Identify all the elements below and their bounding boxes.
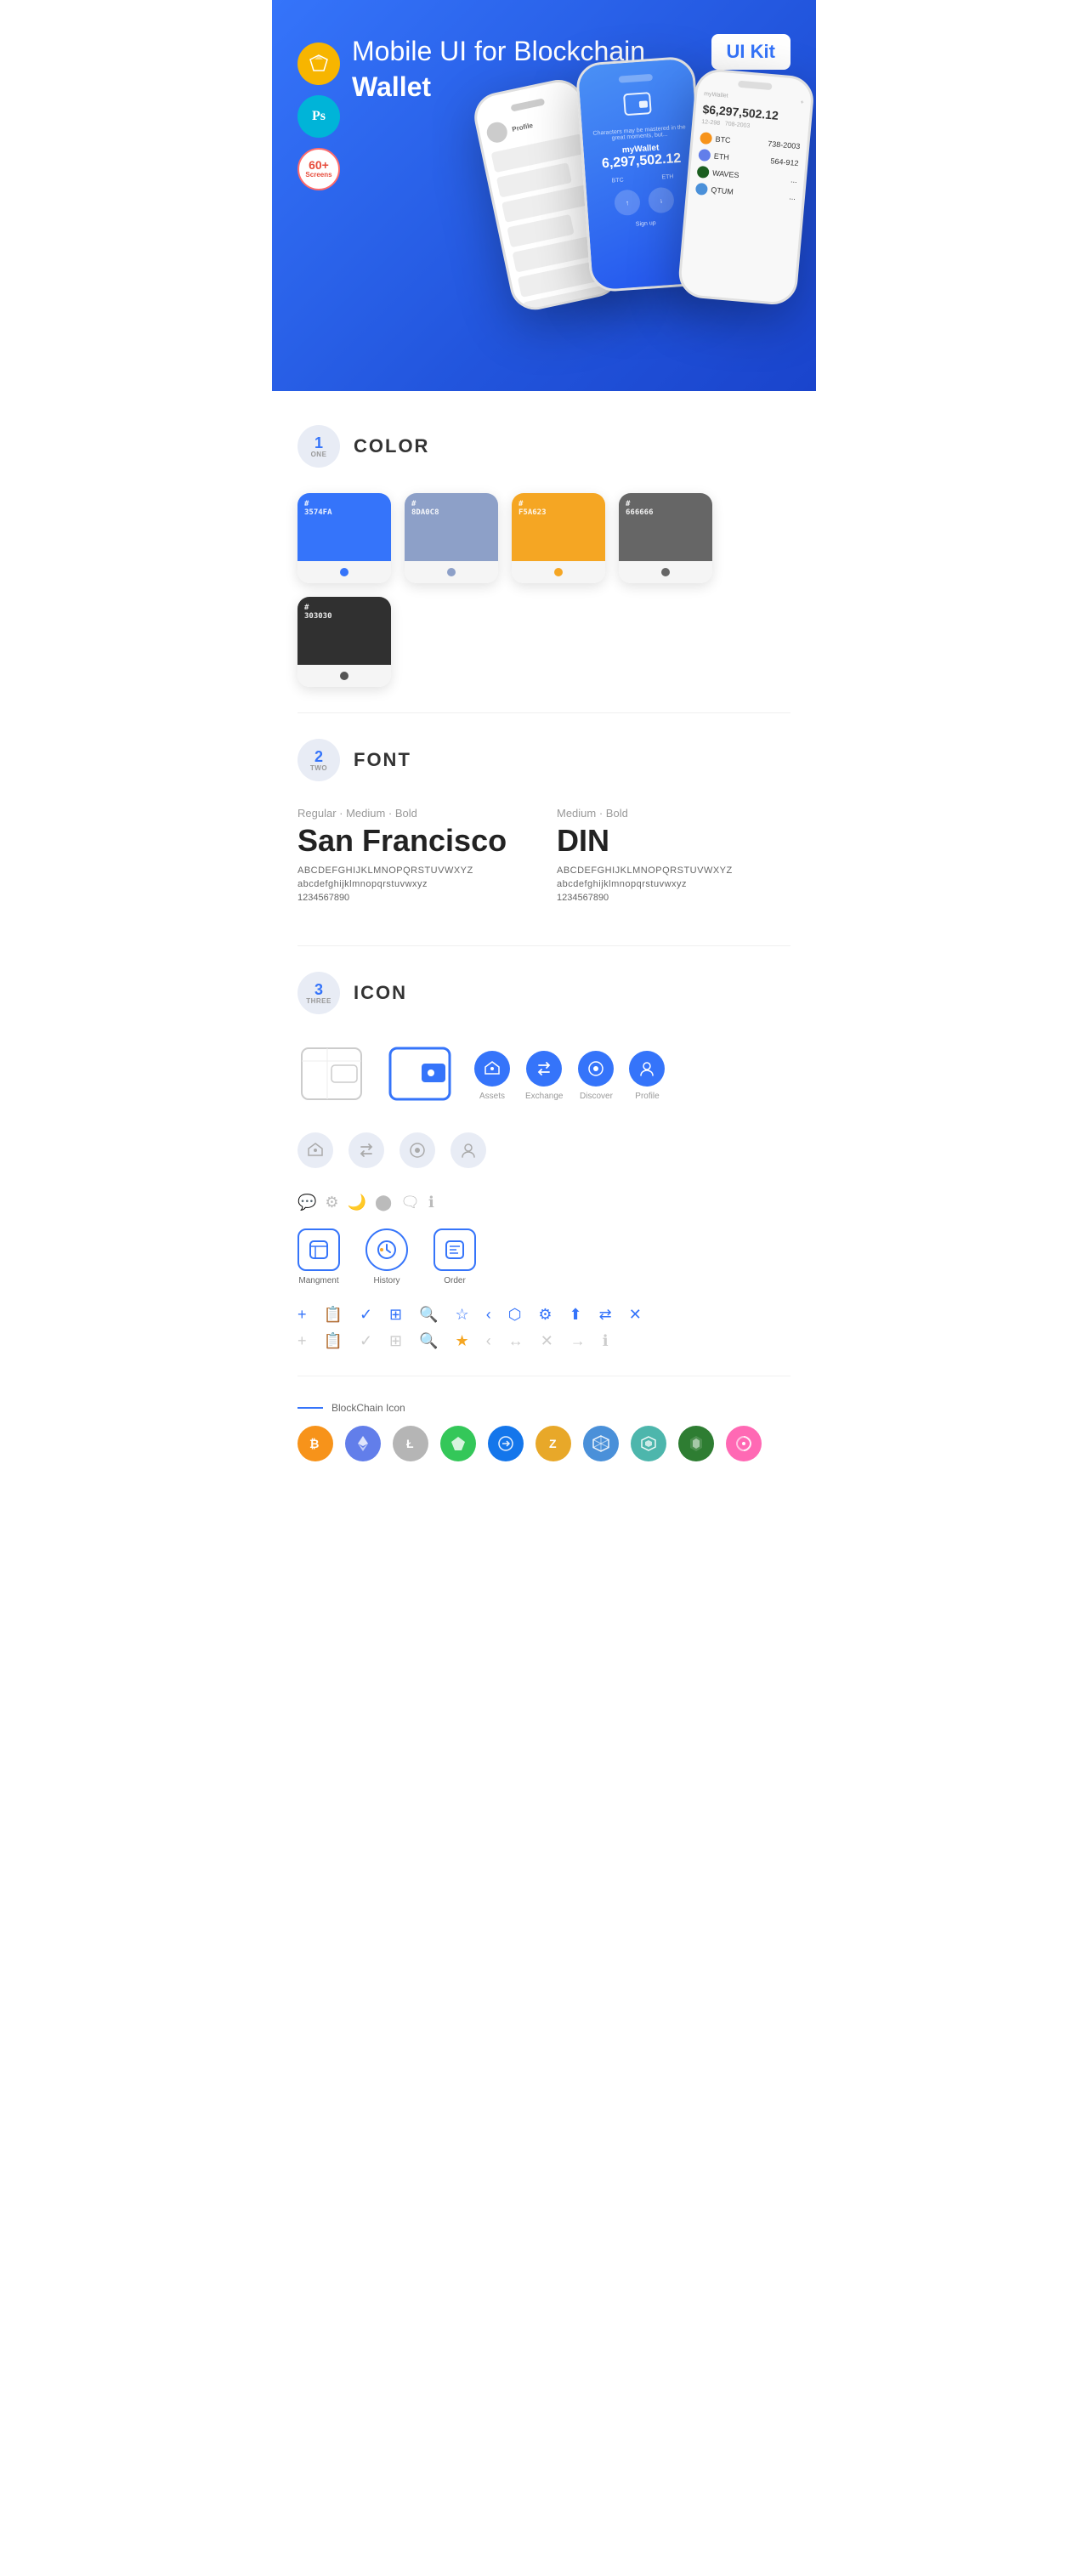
sketch-icon [298, 43, 340, 85]
discover-icon [578, 1051, 614, 1087]
swatch-grayblue: #8DA0C8 [405, 493, 498, 583]
swatch-gray: #666666 [619, 493, 712, 583]
order-icon [434, 1228, 476, 1271]
utility-icons-gray-row: + 📋 ✓ ⊞ 🔍 ★ ‹ ↔ ✕ → ℹ [298, 1332, 790, 1350]
photoshop-icon: Ps [298, 95, 340, 138]
font-section-header: 2 TWO FONT [298, 739, 790, 781]
svg-text:₿: ₿ [309, 1437, 319, 1450]
assets-icon-gray [298, 1132, 333, 1168]
upload-icon: ⬆ [570, 1306, 582, 1324]
management-icon-item: Mangment [298, 1228, 340, 1285]
font-grid: Regular · Medium · Bold San Francisco AB… [298, 807, 790, 920]
color-section-header: 1 ONE COLOR [298, 425, 790, 468]
lisk-icon [631, 1426, 666, 1461]
wallet-filled-icon [386, 1040, 454, 1112]
close-icon: ✕ [629, 1306, 642, 1324]
ethereum-icon [345, 1426, 381, 1461]
blockchain-label-row: BlockChain Icon [298, 1402, 790, 1414]
swap-icon: ⇄ [599, 1306, 612, 1324]
profile-icon [629, 1051, 665, 1087]
swatch-orange: #F5A623 [512, 493, 605, 583]
clipboard-icon-gray: 📋 [324, 1332, 343, 1350]
section-number-3: 3 THREE [298, 972, 340, 1014]
share-icon: ⬡ [508, 1306, 522, 1324]
order-icon-item: Order [434, 1228, 476, 1285]
icon-title: ICON [354, 982, 407, 1004]
litecoin-icon: Ł [393, 1426, 428, 1461]
history-icon-item: History [366, 1228, 408, 1285]
moon-icon: 🌙 [348, 1194, 366, 1211]
star-icon: ☆ [456, 1306, 469, 1324]
plus-icon-gray: + [298, 1332, 307, 1350]
swatch-blue: #3574FA [298, 493, 391, 583]
exchange-icon-gray [348, 1132, 384, 1168]
chat-icon: 💬 [298, 1194, 316, 1211]
assets-icon-item: Assets [474, 1051, 510, 1101]
share-icon-gray: ↔ [508, 1332, 524, 1350]
speech-icon: 🗨 [400, 1194, 420, 1211]
crypto-icons-row: ₿ Ł Z [298, 1426, 790, 1461]
utility-icons-row: + 📋 ✓ ⊞ 🔍 ☆ ‹ ⬡ ⚙ ⬆ ⇄ ✕ [298, 1306, 790, 1324]
icon-section-header: 3 THREE ICON [298, 972, 790, 1014]
discover-icon-gray [400, 1132, 435, 1168]
zcash-icon: Z [536, 1426, 571, 1461]
wallet-wireframe-icon [298, 1040, 366, 1112]
nano-icon [726, 1426, 762, 1461]
wanchain-icon [678, 1426, 714, 1461]
discover-icon-item: Discover [578, 1051, 614, 1101]
color-swatches: #3574FA #8DA0C8 #F5A623 #666666 #303030 [298, 493, 790, 687]
info-icon: ℹ [428, 1194, 434, 1211]
blockchain-label: BlockChain Icon [332, 1402, 405, 1414]
clipboard-icon: 📋 [324, 1306, 343, 1324]
circle-icon: ⬤ [375, 1194, 392, 1211]
qr-icon-gray: ⊞ [389, 1332, 402, 1350]
search-icon-gray: 🔍 [419, 1332, 438, 1350]
section-number-2: 2 TWO [298, 739, 340, 781]
hero-section: Ps 60+ Screens Mobile UI for Blockchain … [272, 0, 816, 391]
close-icon-gray: ✕ [541, 1332, 553, 1350]
check-icon: ✓ [360, 1306, 372, 1324]
info-icon-gray: ℹ [603, 1332, 609, 1350]
back-icon: ‹ [486, 1306, 491, 1324]
assets-icon [474, 1051, 510, 1087]
wing-icon [440, 1426, 476, 1461]
grid-icon [583, 1426, 619, 1461]
exchange-icon [526, 1051, 562, 1087]
color-title: COLOR [354, 435, 429, 457]
section-number-1: 1 ONE [298, 425, 340, 468]
font-din: Medium · Bold DIN ABCDEFGHIJKLMNOPQRSTUV… [557, 807, 790, 903]
profile-icon-gray [450, 1132, 486, 1168]
bitcoin-icon: ₿ [298, 1426, 333, 1461]
plus-icon: + [298, 1306, 307, 1324]
blockchain-line [298, 1407, 323, 1409]
layers-icon: ⚙ [325, 1194, 338, 1211]
svg-text:Ł: Ł [406, 1437, 414, 1450]
font-title: FONT [354, 749, 411, 771]
svg-text:Z: Z [549, 1437, 557, 1450]
swatch-dark: #303030 [298, 597, 391, 687]
check-icon-gray: ✓ [360, 1332, 372, 1350]
search-icon: 🔍 [419, 1306, 438, 1324]
forward-icon-gray: → [570, 1332, 586, 1350]
font-sf: Regular · Medium · Bold San Francisco AB… [298, 807, 531, 903]
qr-icon: ⊞ [389, 1306, 402, 1324]
history-icon [366, 1228, 408, 1271]
content-area: 1 ONE COLOR #3574FA #8DA0C8 #F5A623 #666… [272, 391, 816, 1495]
star-icon-active: ★ [456, 1332, 469, 1350]
settings-icon: ⚙ [538, 1306, 552, 1324]
screens-badge: 60+ Screens [298, 148, 340, 190]
dash-icon [488, 1426, 524, 1461]
exchange-icon-item: Exchange [525, 1051, 563, 1101]
back-icon-gray: ‹ [486, 1332, 491, 1350]
profile-icon-item: Profile [629, 1051, 665, 1101]
management-icon [298, 1228, 340, 1271]
